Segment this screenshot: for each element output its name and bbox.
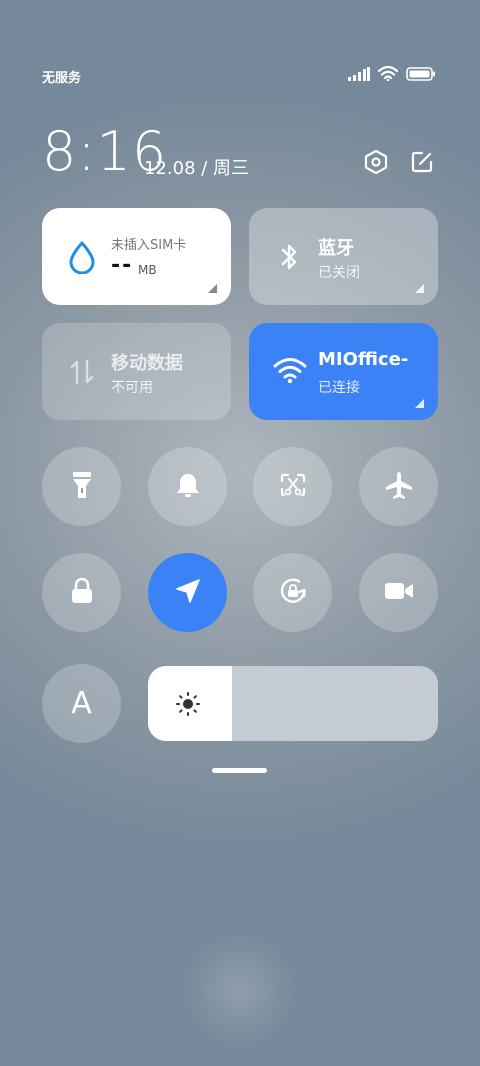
airplane-mode-toggle[interactable] — [359, 447, 438, 526]
expand-corner-icon[interactable] — [208, 284, 217, 293]
wifi-icon — [273, 355, 307, 387]
mobile-data-tile[interactable]: 移动数据 不可用 — [42, 323, 231, 420]
wifi-network-name: MIOffice- — [318, 349, 409, 370]
flashlight-icon — [70, 470, 94, 504]
bluetooth-icon — [273, 240, 305, 272]
wifi-tile[interactable]: MIOffice- 已连接 — [249, 323, 438, 420]
sun-icon — [176, 692, 200, 720]
rotation-lock-toggle[interactable] — [253, 553, 332, 632]
clock-date: 12.08 / 周三 — [144, 158, 250, 179]
wifi-status-icon — [377, 65, 399, 85]
screen-record-toggle[interactable] — [359, 553, 438, 632]
rotation-lock-icon — [277, 575, 309, 611]
data-usage-value: -- — [111, 253, 134, 278]
close-handle[interactable] — [212, 768, 267, 773]
edit-icon — [410, 150, 434, 178]
settings-button[interactable] — [360, 148, 392, 180]
edit-button[interactable] — [406, 148, 438, 180]
bluetooth-tile[interactable]: 蓝牙 已关闭 — [249, 208, 438, 305]
battery-icon — [406, 66, 436, 85]
video-icon — [384, 580, 414, 606]
expand-corner-icon[interactable] — [415, 284, 424, 293]
silent-toggle[interactable] — [148, 447, 227, 526]
location-toggle[interactable] — [148, 553, 227, 632]
brightness-slider[interactable] — [148, 666, 438, 741]
data-usage-tile[interactable]: 未插入SIM卡 -- MB — [42, 208, 231, 305]
bluetooth-status: 已关闭 — [318, 265, 360, 281]
bell-icon — [175, 471, 201, 503]
signal-icon — [348, 66, 370, 85]
water-drop-icon — [66, 240, 98, 275]
mobile-data-icon — [66, 355, 98, 387]
mobile-data-title: 移动数据 — [111, 353, 183, 374]
data-usage-unit: MB — [138, 263, 157, 277]
location-icon — [174, 577, 202, 609]
carrier-label: 无服务 — [42, 71, 82, 86]
expand-corner-icon[interactable] — [415, 399, 424, 408]
status-bar: 无服务 — [42, 64, 436, 88]
gear-icon — [363, 149, 389, 179]
auto-brightness-toggle[interactable]: A — [42, 664, 121, 743]
screenshot-icon — [279, 471, 307, 503]
bluetooth-title: 蓝牙 — [318, 238, 354, 259]
mobile-data-status: 不可用 — [111, 380, 153, 396]
wifi-status: 已连接 — [318, 380, 360, 396]
background-glow — [180, 930, 300, 1050]
airplane-icon — [384, 470, 414, 504]
flashlight-toggle[interactable] — [42, 447, 121, 526]
lock-icon — [70, 577, 94, 609]
sim-status-label: 未插入SIM卡 — [111, 238, 187, 253]
auto-brightness-label: A — [71, 686, 92, 721]
lock-screen-toggle[interactable] — [42, 553, 121, 632]
screenshot-toggle[interactable] — [253, 447, 332, 526]
